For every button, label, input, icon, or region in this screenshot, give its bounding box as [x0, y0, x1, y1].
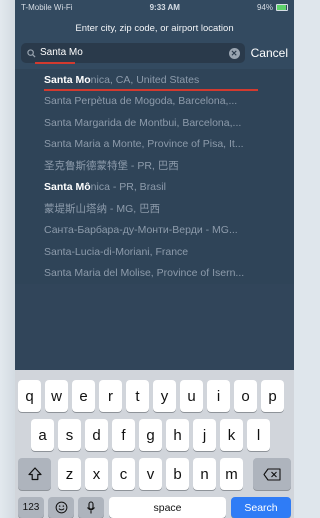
battery-label: 94%	[256, 2, 273, 12]
key-v[interactable]: v	[139, 458, 162, 490]
battery-icon	[276, 3, 288, 11]
result-rest-text: 蒙堤斯山塔纳 - MG, 巴西	[44, 203, 161, 216]
result-rest-text: 圣克鲁斯德蒙特堡 - PR, 巴西	[44, 160, 179, 173]
key-m[interactable]: m	[220, 458, 243, 490]
keyboard: q w e r t y u i o p a s d f g h j k l z …	[15, 370, 294, 518]
search-input[interactable]: Santa Mo	[40, 44, 229, 62]
key-p[interactable]: p	[261, 380, 284, 412]
result-item[interactable]: Santa Mô nica - PR, Brasil	[15, 177, 294, 199]
result-rest-text: Santa Maria del Molise, Province of Iser…	[44, 267, 245, 280]
result-item[interactable]: Santa Perpètua de Mogoda, Barcelona,...	[15, 91, 294, 113]
result-rest-text: Santa Maria a Monte, Province of Pisa, I…	[44, 138, 244, 151]
result-item[interactable]: Santa Mo nica, CA, United States	[15, 69, 294, 91]
result-item[interactable]: Santa Margarida de Montbui, Barcelona,..…	[15, 112, 294, 134]
key-i[interactable]: i	[207, 380, 230, 412]
delete-icon	[263, 467, 281, 481]
key-z[interactable]: z	[58, 458, 81, 490]
result-rest-text: nica - PR, Brasil	[90, 181, 166, 194]
clear-icon[interactable]: ✕	[228, 47, 240, 59]
shift-key[interactable]	[18, 458, 51, 490]
result-item[interactable]: 蒙堤斯山塔纳 - MG, 巴西	[15, 198, 294, 220]
result-item[interactable]: Santa-Lucia-di-Moriani, France	[15, 241, 294, 263]
battery-indicator: 94%	[257, 3, 288, 12]
key-t[interactable]: t	[126, 380, 149, 412]
result-item[interactable]: Santa Maria del Molise, Province of Iser…	[15, 263, 294, 285]
results-list: Santa Mo nica, CA, United States Santa Pe…	[15, 69, 294, 284]
search-key[interactable]: Search	[231, 497, 291, 518]
result-rest-text: Санта-Барбара-ду-Монти-Верди - MG...	[44, 224, 238, 237]
key-n[interactable]: n	[193, 458, 216, 490]
result-rest-text: nica, CA, United States	[90, 73, 200, 86]
key-s[interactable]: s	[58, 419, 81, 451]
search-row: Santa Mo ✕ Cancel	[15, 41, 294, 69]
key-r[interactable]: r	[99, 380, 122, 412]
key-j[interactable]: j	[193, 419, 216, 451]
numbers-key[interactable]: 123	[18, 497, 44, 518]
result-rest-text: Santa-Lucia-di-Moriani, France	[44, 245, 189, 258]
key-d[interactable]: d	[85, 419, 108, 451]
search-field[interactable]: Santa Mo ✕	[21, 43, 245, 64]
key-u[interactable]: u	[180, 380, 203, 412]
result-item[interactable]: 圣克鲁斯德蒙特堡 - PR, 巴西	[15, 155, 294, 177]
result-match-text: Santa Mô	[44, 181, 91, 194]
key-f[interactable]: f	[112, 419, 135, 451]
key-o[interactable]: o	[234, 380, 257, 412]
key-k[interactable]: k	[220, 419, 243, 451]
result-rest-text: Santa Margarida de Montbui, Barcelona,..…	[44, 116, 242, 129]
delete-key[interactable]	[253, 458, 291, 490]
key-x[interactable]: x	[85, 458, 108, 490]
background-left	[0, 0, 15, 518]
emoji-icon	[55, 501, 67, 514]
shift-icon	[27, 467, 42, 481]
emoji-key[interactable]	[48, 497, 74, 518]
key-l[interactable]: l	[247, 419, 270, 451]
result-rest-text: Santa Perpètua de Mogoda, Barcelona,...	[44, 95, 238, 108]
search-annotation-underline	[35, 62, 75, 64]
key-q[interactable]: q	[18, 380, 41, 412]
search-icon	[26, 48, 36, 58]
result-item[interactable]: Santa Maria a Monte, Province of Pisa, I…	[15, 134, 294, 156]
key-h[interactable]: h	[166, 419, 189, 451]
key-e[interactable]: e	[72, 380, 95, 412]
key-c[interactable]: c	[112, 458, 135, 490]
key-y[interactable]: y	[153, 380, 176, 412]
key-w[interactable]: w	[45, 380, 68, 412]
key-b[interactable]: b	[166, 458, 189, 490]
microphone-icon	[87, 500, 95, 513]
status-bar: T-Mobile Wi-Fi 9:33 AM 94%	[15, 0, 294, 14]
space-key[interactable]: space	[109, 497, 226, 518]
carrier-label: T-Mobile Wi-Fi	[21, 2, 73, 12]
location-prompt: Enter city, zip code, or airport locatio…	[15, 14, 294, 41]
result-match-text: Santa Mo	[44, 73, 91, 86]
key-g[interactable]: g	[139, 419, 162, 451]
time-label: 9:33 AM	[149, 2, 180, 12]
key-a[interactable]: a	[31, 419, 54, 451]
cancel-button[interactable]: Cancel	[251, 46, 288, 60]
phone-screen: T-Mobile Wi-Fi 9:33 AM 94% Enter city, z…	[15, 0, 294, 518]
result-item[interactable]: Санта-Барбара-ду-Монти-Верди - MG...	[15, 220, 294, 242]
microphone-key[interactable]	[78, 497, 104, 518]
